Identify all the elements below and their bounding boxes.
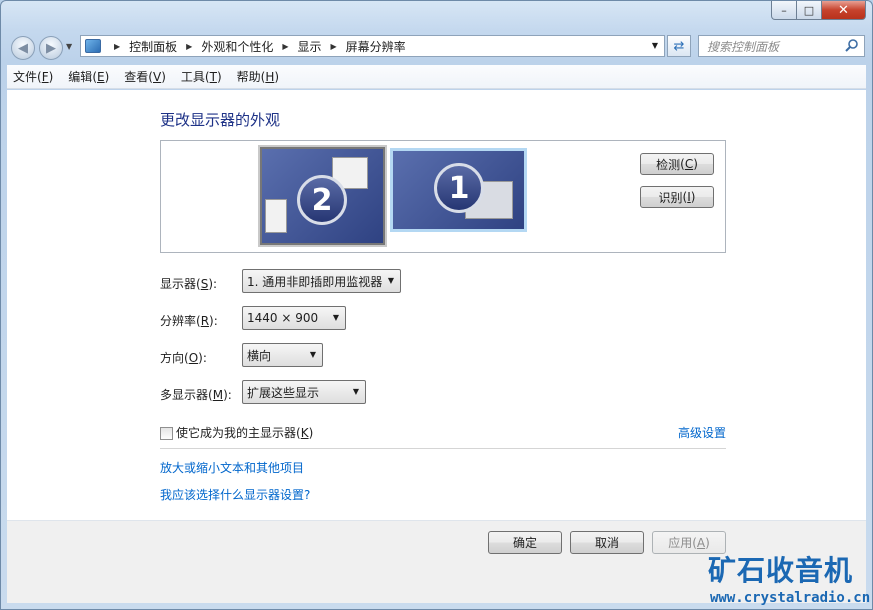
- page-title: 更改显示器的外观: [160, 111, 281, 129]
- multiple-displays-label: 多显示器(M):: [160, 388, 232, 402]
- resolution-select[interactable]: 1440 × 900 ▼: [242, 306, 346, 330]
- back-button[interactable]: ◀: [11, 36, 35, 60]
- identify-button[interactable]: 识别(I): [640, 186, 714, 208]
- menu-bar: 文件(F) 编辑(E) 查看(V) 工具(T) 帮助(H): [7, 65, 866, 89]
- breadcrumb-appearance[interactable]: 外观和个性化: [201, 38, 273, 55]
- main-display-checkbox[interactable]: [160, 427, 173, 440]
- chevron-down-icon: ▼: [332, 313, 339, 322]
- watermark-text: 矿石收音机: [708, 554, 854, 587]
- menu-edit[interactable]: 编辑(E): [68, 68, 109, 85]
- refresh-button[interactable]: ⇄: [667, 35, 691, 57]
- breadcrumb-chevron-icon[interactable]: ▶: [282, 42, 288, 51]
- cancel-button[interactable]: 取消: [570, 531, 644, 554]
- content-pane: 更改显示器的外观 2 1 检测(C) 识别(I) 显示器(S): 1. 通用非即…: [7, 90, 866, 520]
- resolution-label: 分辨率(R):: [160, 314, 218, 328]
- orientation-label: 方向(O):: [160, 351, 207, 365]
- breadcrumb-chevron-icon[interactable]: ▶: [186, 42, 192, 51]
- multiple-displays-select[interactable]: 扩展这些显示 ▼: [242, 380, 366, 404]
- address-bar[interactable]: ▶ 控制面板 ▶ 外观和个性化 ▶ 显示 ▶ 屏幕分辨率 ▼: [80, 35, 665, 57]
- search-placeholder: 搜索控制面板: [707, 39, 780, 54]
- monitor-1-number: 1: [434, 163, 484, 213]
- detect-button[interactable]: 检测(C): [640, 153, 714, 175]
- display-select[interactable]: 1. 通用非即插即用监视器 ▼: [242, 269, 401, 293]
- advanced-settings-link[interactable]: 高级设置: [678, 424, 726, 441]
- menu-file[interactable]: 文件(F): [13, 68, 53, 85]
- orientation-select[interactable]: 横向 ▼: [242, 343, 323, 367]
- search-icon[interactable]: [844, 38, 860, 54]
- display-label: 显示器(S):: [160, 277, 218, 291]
- maximize-button[interactable]: □: [797, 1, 822, 20]
- address-dropdown-icon[interactable]: ▼: [652, 41, 658, 50]
- ok-button[interactable]: 确定: [488, 531, 562, 554]
- menu-help[interactable]: 帮助(H): [237, 68, 279, 85]
- recent-pages-dropdown-icon[interactable]: ▼: [66, 42, 72, 51]
- back-arrow-icon: ◀: [18, 40, 28, 56]
- menu-tools[interactable]: 工具(T): [181, 68, 222, 85]
- control-panel-icon: [85, 39, 101, 53]
- main-display-checkbox-label[interactable]: 使它成为我的主显示器(K): [176, 424, 313, 441]
- menu-view[interactable]: 查看(V): [124, 68, 166, 85]
- chevron-down-icon: ▼: [387, 276, 394, 285]
- refresh-icon: ⇄: [673, 38, 685, 54]
- breadcrumb-display[interactable]: 显示: [298, 38, 322, 55]
- breadcrumb-chevron-icon[interactable]: ▶: [331, 42, 337, 51]
- text-size-link[interactable]: 放大或缩小文本和其他项目: [160, 459, 304, 476]
- divider: [160, 448, 726, 449]
- watermark-url: www.crystalradio.cn: [710, 590, 871, 606]
- monitor-2-tile[interactable]: 2: [260, 147, 385, 245]
- search-input[interactable]: 搜索控制面板: [698, 35, 865, 57]
- monitor-2-number: 2: [297, 175, 347, 225]
- chevron-down-icon: ▼: [309, 350, 316, 359]
- display-help-link[interactable]: 我应该选择什么显示器设置?: [160, 486, 310, 503]
- caption-buttons: – □ ✕: [771, 1, 866, 20]
- forward-button[interactable]: ▶: [39, 36, 63, 60]
- chevron-down-icon: ▼: [352, 387, 359, 396]
- start-menu-icon: [265, 199, 287, 233]
- breadcrumb-control-panel[interactable]: 控制面板: [129, 38, 177, 55]
- monitor-1-tile[interactable]: 1: [390, 148, 527, 232]
- minimize-button[interactable]: –: [771, 1, 797, 20]
- forward-arrow-icon: ▶: [46, 40, 56, 56]
- breadcrumb-screen-resolution[interactable]: 屏幕分辨率: [346, 38, 406, 55]
- breadcrumb-chevron-icon[interactable]: ▶: [114, 42, 120, 51]
- monitor-arrangement-panel: 2 1 检测(C) 识别(I): [160, 140, 726, 253]
- control-panel-window: – □ ✕ ◀ ▶ ▼ ▶ 控制面板 ▶ 外观和个性化 ▶ 显示 ▶ 屏幕分辨率…: [0, 0, 873, 610]
- close-button[interactable]: ✕: [822, 1, 866, 20]
